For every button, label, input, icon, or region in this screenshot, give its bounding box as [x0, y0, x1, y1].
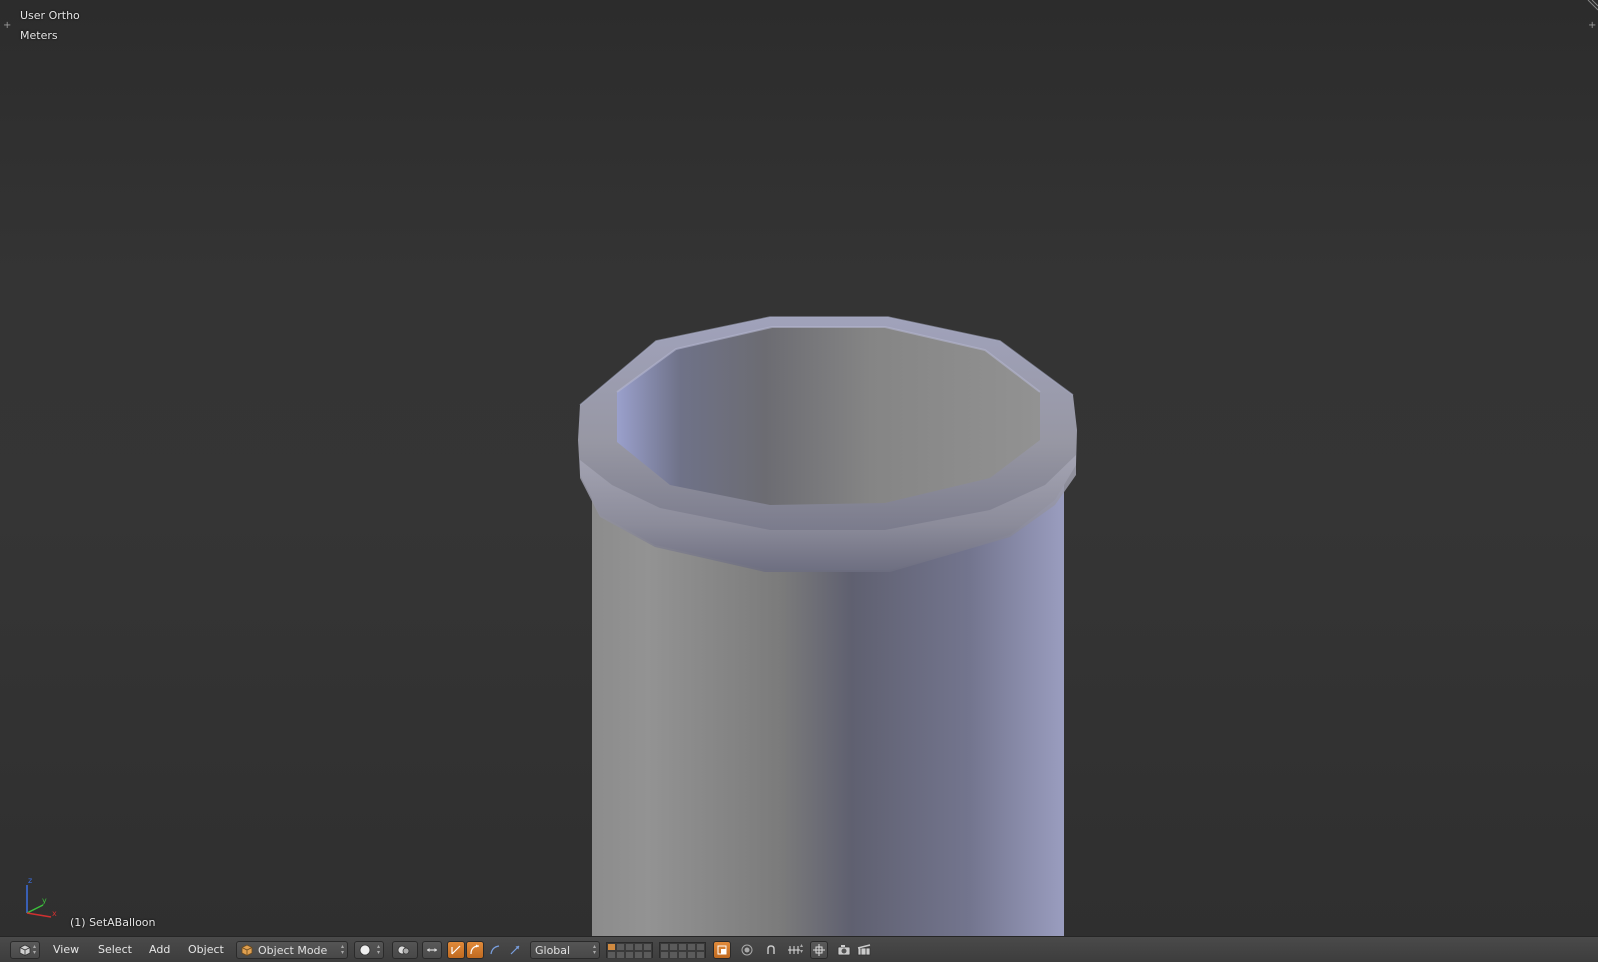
layer-15[interactable]: [643, 951, 652, 959]
layer-12[interactable]: [616, 951, 625, 959]
axis-y-label: y: [42, 896, 47, 905]
active-object-info: (1) SetABalloon: [70, 916, 156, 929]
render-animation-button[interactable]: [855, 941, 873, 959]
snap-magnet-icon: [767, 945, 775, 954]
editor-type-button[interactable]: ▴ ▾: [10, 941, 40, 959]
layer-16[interactable]: [660, 951, 669, 959]
layer-11[interactable]: [607, 951, 616, 959]
axis-gizmo: z y x: [26, 876, 57, 918]
menu-view[interactable]: View: [53, 943, 79, 957]
snap-element-arrows-icon: ▴ ▾: [799, 942, 803, 955]
layer-14[interactable]: [634, 951, 643, 959]
pivot-dropdown[interactable]: [392, 941, 418, 959]
layer-20[interactable]: [696, 951, 705, 959]
mode-dropdown[interactable]: Object Mode ▴ ▾: [236, 941, 348, 959]
scale-toggle-button[interactable]: [486, 941, 504, 959]
render-still-icon: [837, 945, 851, 956]
normal-icon: [510, 945, 520, 955]
menu-object[interactable]: Object: [188, 943, 224, 957]
layer-13[interactable]: [625, 951, 634, 959]
layer-4[interactable]: [634, 943, 643, 951]
scale-icon: [490, 945, 500, 955]
snap-button[interactable]: [762, 941, 780, 959]
layer-9[interactable]: [687, 943, 696, 951]
orientation-dropdown[interactable]: Global ▴ ▾: [530, 941, 600, 959]
layer-10[interactable]: [696, 943, 705, 951]
rotate-icon: [470, 944, 480, 955]
layer-7[interactable]: [669, 943, 678, 951]
shading-dropdown[interactable]: ▴ ▾: [354, 941, 384, 959]
solid-sphere-icon: [359, 944, 371, 956]
object-mode-cube-icon: [241, 944, 253, 956]
render-animation-icon: [857, 944, 871, 956]
mode-label: Object Mode: [258, 943, 328, 957]
proportional-edit-icon: [741, 944, 753, 956]
proportional-edit-button[interactable]: [738, 941, 756, 959]
snap-element-dropdown[interactable]: ▴ ▾: [782, 941, 806, 959]
layer-6[interactable]: [660, 943, 669, 951]
orientation-arrows-icon: ▴ ▾: [592, 943, 596, 956]
inner-opening: [617, 327, 1040, 505]
viewport-header: ▴ ▾ View Select Add Object Object Mode ▴ ▾…: [0, 936, 1598, 962]
rotate-button[interactable]: [466, 941, 484, 959]
mode-arrows-icon: ▴ ▾: [340, 943, 344, 956]
layers-group-1[interactable]: [606, 942, 653, 959]
menu-add[interactable]: Add: [149, 943, 170, 957]
orientation-label: Global: [535, 943, 571, 957]
layer-5[interactable]: [643, 943, 652, 951]
3d-viewport[interactable]: + + User Ortho Meters z y x (1) SetABall…: [0, 0, 1598, 936]
scene-render: [578, 316, 1077, 936]
layer-1[interactable]: [607, 943, 616, 951]
layer-2[interactable]: [616, 943, 625, 951]
layer-19[interactable]: [687, 951, 696, 959]
translate-icon: [451, 945, 461, 955]
axis-z-label: z: [28, 876, 32, 885]
lock-layers-button[interactable]: [713, 941, 731, 959]
manipulator-toggle-button[interactable]: [422, 941, 442, 959]
layer-17[interactable]: [669, 951, 678, 959]
axis-x-label: x: [52, 909, 57, 918]
layers-group-2[interactable]: [659, 942, 706, 959]
layer-3[interactable]: [625, 943, 634, 951]
snap-increment-icon: [788, 946, 800, 954]
manipulator-toggle-icon: [427, 948, 437, 952]
editor-type-arrows-icon: ▴ ▾: [32, 943, 36, 956]
pivot-point-icon: [397, 945, 410, 955]
translate-button[interactable]: [447, 941, 465, 959]
snap-target-button[interactable]: [810, 941, 828, 959]
transform-extra-button[interactable]: [506, 941, 524, 959]
layer-18[interactable]: [678, 951, 687, 959]
3d-view-cube-icon: [19, 944, 31, 956]
shading-arrows-icon: ▴ ▾: [376, 943, 380, 956]
lock-layers-icon: [717, 945, 727, 955]
snap-target-icon: [813, 944, 825, 956]
layer-8[interactable]: [678, 943, 687, 951]
render-still-button[interactable]: [835, 941, 853, 959]
menu-select[interactable]: Select: [98, 943, 132, 957]
